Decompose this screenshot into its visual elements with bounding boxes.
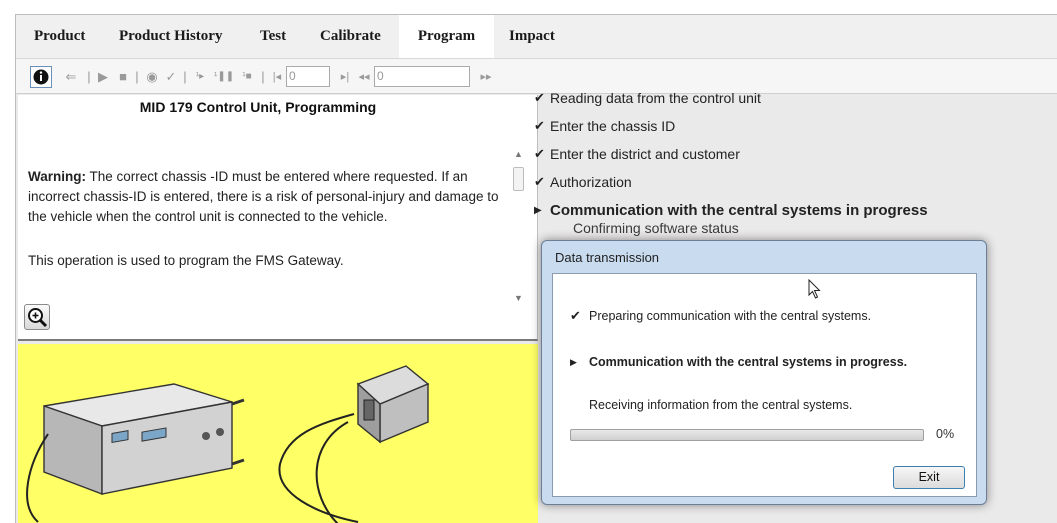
dialog-status-text: Communication with the central systems i…	[589, 355, 908, 369]
warning-label: Warning:	[28, 169, 86, 184]
zoom-button[interactable]	[24, 304, 50, 330]
step-status-text: Confirming software status	[573, 220, 739, 236]
step-item: ✔ Reading data from the control unit	[534, 90, 974, 118]
dialog-info-text: Receiving information from the central s…	[589, 398, 853, 412]
last-icon[interactable]: ▸|	[338, 59, 352, 95]
panel-body: Warning: The correct chassis -ID must be…	[28, 167, 508, 295]
step-label: Enter the district and customer	[550, 146, 740, 162]
check-icon: ✔	[534, 90, 545, 105]
dialog-status-text: Preparing communication with the central…	[589, 309, 872, 323]
info-paragraph: This operation is used to program the FM…	[28, 253, 344, 268]
panel-title: MID 179 Control Unit, Programming	[139, 99, 377, 115]
step-label: Reading data from the control unit	[550, 90, 761, 106]
scroll-thumb[interactable]	[513, 167, 524, 191]
stop-icon[interactable]: ■	[116, 59, 130, 95]
step-label: Enter the chassis ID	[550, 118, 676, 134]
dialog-title: Data transmission	[555, 250, 660, 265]
tab-impact[interactable]: Impact	[505, 15, 559, 58]
step-icon[interactable]: ¹▸	[191, 59, 209, 95]
scroll-down-icon[interactable]: ▼	[514, 293, 523, 303]
instructions-panel: MID 179 Control Unit, Programming Warnin…	[18, 95, 538, 341]
view-eye-icon[interactable]: ◉	[143, 59, 161, 95]
info-icon	[30, 66, 52, 88]
step-item: ✔ Enter the district and customer	[534, 146, 974, 174]
progress-bar	[570, 429, 924, 441]
separator: |	[183, 69, 187, 84]
scrollbar[interactable]: ▲ ▼	[512, 149, 526, 309]
first-icon[interactable]: |◂	[270, 59, 284, 95]
dialog-content: ✔ Preparing communication with the centr…	[552, 273, 977, 497]
back-arrow-icon[interactable]: ⇐	[62, 59, 80, 95]
start-field[interactable]: 0	[286, 66, 330, 87]
fast-forward-icon[interactable]: ▸▸	[478, 59, 494, 95]
end-field[interactable]: 0	[374, 66, 470, 87]
step-item: ✔ Enter the chassis ID	[534, 118, 974, 146]
program-steps: ✔ Reading data from the control unit ✔ E…	[534, 90, 974, 230]
check-icon: ✔	[534, 174, 545, 189]
exit-button[interactable]: Exit	[893, 466, 965, 489]
check-icon: ✔	[534, 118, 545, 133]
zoom-in-icon	[28, 308, 48, 328]
play-icon[interactable]: ▶	[96, 59, 110, 95]
check-icon: ✔	[570, 308, 581, 323]
current-step-arrow-icon: ▶	[570, 357, 577, 367]
data-transmission-dialog: Data transmission ✔ Preparing communicat…	[541, 240, 987, 505]
check-icon: ✔	[534, 146, 545, 161]
step-pause-icon[interactable]: ¹❚❚	[214, 59, 234, 95]
separator: |	[135, 69, 139, 84]
rewind-icon[interactable]: ◂◂	[356, 59, 372, 95]
programming-device-illustration	[26, 365, 430, 523]
warning-text: The correct chassis -ID must be entered …	[28, 169, 499, 224]
separator: |	[87, 69, 91, 84]
step-label: Authorization	[550, 174, 632, 190]
tab-product-history[interactable]: Product History	[115, 15, 226, 58]
mouse-cursor-icon	[808, 279, 821, 299]
illustration-panel	[18, 344, 538, 523]
progress-percent-label: 0%	[936, 427, 955, 441]
tab-product[interactable]: Product	[30, 15, 89, 58]
scroll-up-icon[interactable]: ▲	[514, 149, 523, 159]
tab-bar: Product Product History Test Calibrate P…	[16, 15, 1057, 58]
warning-paragraph: Warning: The correct chassis -ID must be…	[28, 167, 508, 227]
step-stop-icon[interactable]: ¹■	[238, 59, 256, 95]
info-button[interactable]	[28, 59, 54, 95]
step-label: Communication with the central systems i…	[550, 202, 928, 219]
tab-program[interactable]: Program	[399, 15, 494, 58]
current-step-arrow-icon: ▶	[534, 205, 542, 216]
check-icon[interactable]: ✓	[163, 59, 179, 95]
tab-test[interactable]: Test	[256, 15, 290, 58]
step-item: ✔ Authorization	[534, 174, 974, 202]
toolbar: ⇐ | ▶ ■ | ◉ ✓ | ¹▸ ¹❚❚ ¹■ | |◂ 0 ▸| ◂◂ 0…	[16, 58, 1057, 94]
tab-calibrate[interactable]: Calibrate	[316, 15, 385, 58]
separator: |	[261, 69, 265, 84]
